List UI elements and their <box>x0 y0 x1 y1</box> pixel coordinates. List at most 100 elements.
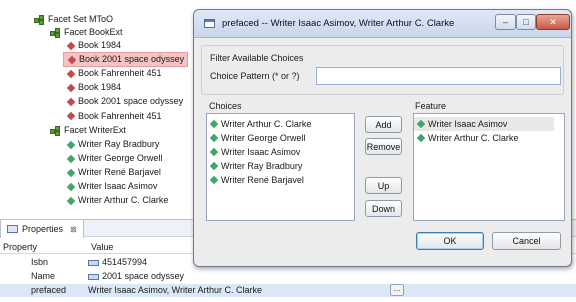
reference-diamond-icon <box>66 69 76 78</box>
list-item-label: Writer Isaac Asimov <box>428 119 508 129</box>
tree-node-facet-writer[interactable]: Facet WriterExt <box>50 124 126 137</box>
feature-list[interactable]: Writer Isaac Asimov Writer Arthur C. Clar… <box>413 113 565 221</box>
tree-node-facet-book[interactable]: Facet BookExt <box>50 26 123 39</box>
list-item[interactable]: Writer Ray Bradbury <box>207 159 354 173</box>
reference-diamond-icon <box>67 55 77 64</box>
list-item-label: Writer Arthur C. Clarke <box>221 119 312 129</box>
facet-icon <box>50 27 61 38</box>
choices-label: Choices <box>209 101 242 111</box>
facet-icon <box>50 125 61 136</box>
tree-item-label: Book 2001 space odyssey <box>79 54 185 65</box>
properties-icon <box>7 225 18 233</box>
reference-diamond-icon <box>66 111 76 121</box>
property-key: Name <box>31 271 56 281</box>
element-diamond-icon <box>209 119 219 129</box>
tree-item[interactable]: Book 2001 space odyssey <box>63 52 189 68</box>
tree-item[interactable]: Book Fahrenheit 451 <box>66 67 162 80</box>
tree-item[interactable]: Book 1984 <box>66 39 121 52</box>
ok-button[interactable]: OK <box>416 232 484 250</box>
tree-item[interactable]: Writer Ray Bradbury <box>66 138 159 151</box>
property-row-prefaced[interactable]: prefaced Writer Isaac Asimov, Writer Art… <box>0 284 576 297</box>
tree-item-label: Writer Ray Bradbury <box>78 139 160 149</box>
element-diamond-icon <box>209 147 219 157</box>
element-diamond-icon <box>66 140 76 149</box>
reference-diamond-icon <box>66 83 76 93</box>
close-button[interactable]: ✕ <box>536 14 570 30</box>
tree-node-label: Facet WriterExt <box>64 125 126 135</box>
list-item-label: Writer George Orwell <box>221 133 306 143</box>
choice-pattern-label: Choice Pattern (* or ?) <box>210 71 300 81</box>
list-item[interactable]: Writer Isaac Asimov <box>414 117 554 131</box>
column-header-value[interactable]: Value <box>91 242 113 252</box>
reference-diamond-icon <box>66 41 76 50</box>
tab-label: Properties <box>22 224 64 234</box>
tree-item-label: Book Fahrenheit 451 <box>78 68 162 79</box>
close-icon[interactable]: ⊠ <box>70 225 77 234</box>
list-item-label: Writer Isaac Asimov <box>221 147 301 157</box>
tree-item-label: Book 2001 space odyssey <box>78 96 184 107</box>
tree-item-label: Writer Isaac Asimov <box>78 181 158 192</box>
tree-item-label: Writer Arthur C. Clarke <box>78 195 169 206</box>
property-icon <box>88 273 99 280</box>
tree-item[interactable]: Writer Arthur C. Clarke <box>66 194 168 207</box>
list-item-label: Writer René Barjavel <box>221 175 304 185</box>
maximize-button[interactable]: □ <box>516 14 536 30</box>
property-value: 2001 space odyssey <box>102 271 185 281</box>
tab-properties[interactable]: Properties ⊠ <box>0 219 84 238</box>
tree-item[interactable]: Book Fahrenheit 451 <box>66 110 162 123</box>
element-diamond-icon <box>416 119 426 129</box>
list-item[interactable]: Writer Arthur C. Clarke <box>207 117 354 131</box>
element-diamond-icon <box>66 154 76 163</box>
cancel-button[interactable]: Cancel <box>492 232 561 250</box>
property-value: 451457994 <box>102 257 148 267</box>
window-icon <box>204 19 215 28</box>
tree-item-label: Book Fahrenheit 451 <box>78 110 162 121</box>
list-item-label: Writer Arthur C. Clarke <box>428 133 519 143</box>
element-diamond-icon <box>66 168 76 177</box>
element-diamond-icon <box>66 182 76 192</box>
element-diamond-icon <box>66 196 76 206</box>
tree-item[interactable]: Writer René Barjavel <box>66 166 161 179</box>
column-header-property[interactable]: Property <box>3 242 37 252</box>
edit-value-button[interactable]: ... <box>390 284 404 296</box>
list-item[interactable]: Writer Isaac Asimov <box>207 145 354 159</box>
feature-label: Feature <box>415 101 447 111</box>
remove-button[interactable]: Remove <box>365 138 402 155</box>
tree-item[interactable]: Writer Isaac Asimov <box>66 180 157 193</box>
tree-item[interactable]: Writer George Orwell <box>66 152 162 165</box>
property-key: prefaced <box>31 285 67 295</box>
tree-item-label: Writer René Barjavel <box>78 167 161 178</box>
filter-group: Filter Available Choices Choice Pattern … <box>201 45 564 95</box>
property-icon <box>88 259 99 266</box>
facet-set-icon <box>34 14 45 25</box>
up-button[interactable]: Up <box>365 177 402 194</box>
element-diamond-icon <box>416 133 426 143</box>
element-diamond-icon <box>209 161 219 171</box>
list-item-label: Writer Ray Bradbury <box>221 161 303 171</box>
tree-node-label: Facet Set MToO <box>48 14 114 24</box>
tree-item-label: Book 1984 <box>78 82 122 93</box>
element-diamond-icon <box>209 175 219 185</box>
tree-node-facet-set[interactable]: Facet Set MToO <box>34 13 113 26</box>
list-item[interactable]: Writer Arthur C. Clarke <box>414 131 564 145</box>
choices-list[interactable]: Writer Arthur C. Clarke Writer George Orw… <box>206 113 355 221</box>
tree-item[interactable]: Book 1984 <box>66 81 121 94</box>
feature-editor-dialog: prefaced -- Writer Isaac Asimov, Writer … <box>193 9 572 267</box>
down-button[interactable]: Down <box>365 200 402 217</box>
element-diamond-icon <box>209 133 219 143</box>
reference-diamond-icon <box>66 97 76 107</box>
add-button[interactable]: Add <box>365 116 402 133</box>
minimize-button[interactable]: – <box>495 14 516 30</box>
list-item[interactable]: Writer René Barjavel <box>207 173 354 187</box>
tree-item-label: Book 1984 <box>78 40 122 50</box>
dialog-titlebar[interactable]: prefaced -- Writer Isaac Asimov, Writer … <box>194 10 571 38</box>
filter-group-title: Filter Available Choices <box>210 53 304 63</box>
tree-node-label: Facet BookExt <box>64 27 123 37</box>
list-item[interactable]: Writer George Orwell <box>207 131 354 145</box>
property-value: Writer Isaac Asimov, Writer Arthur C. Cl… <box>88 285 263 295</box>
tree-item[interactable]: Book 2001 space odyssey <box>66 95 183 108</box>
dialog-title: prefaced -- Writer Isaac Asimov, Writer … <box>222 18 455 29</box>
property-key: Isbn <box>31 257 49 267</box>
property-row-name[interactable]: Name 2001 space odyssey <box>0 270 576 283</box>
choice-pattern-input[interactable] <box>316 67 561 85</box>
